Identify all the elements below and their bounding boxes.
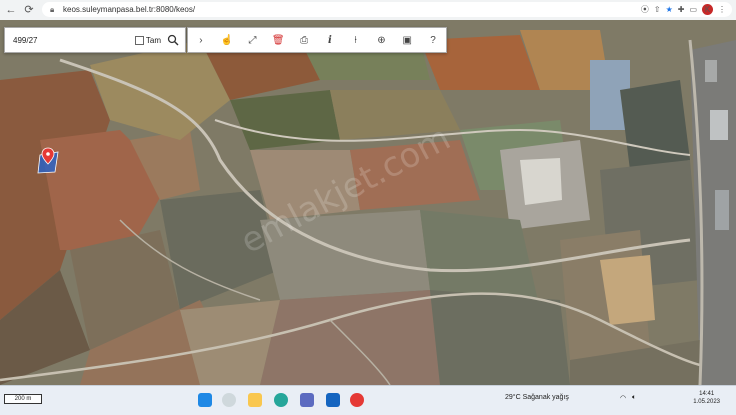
- chevron-right-icon[interactable]: ›: [193, 32, 209, 48]
- parcel-search-input[interactable]: 499/27: [5, 36, 135, 45]
- mail-icon[interactable]: [326, 393, 340, 407]
- browser-bar: ← ⟳ 🔒︎ keos.suleymanpasa.bel.tr:8080/keo…: [0, 0, 736, 21]
- clock-date: 1.05.2023: [693, 399, 720, 405]
- chrome-icon[interactable]: [350, 393, 364, 407]
- back-icon[interactable]: ←: [4, 3, 18, 17]
- share-icon[interactable]: ⇧: [654, 5, 661, 14]
- weather-status[interactable]: 29°C Sağanak yağış: [505, 394, 569, 401]
- trash-icon[interactable]: 🗑︎: [270, 32, 286, 48]
- extensions-icon[interactable]: ✚: [678, 5, 685, 14]
- tam-checkbox-label: Tam: [145, 35, 161, 45]
- edge-icon[interactable]: [274, 393, 288, 407]
- print-icon[interactable]: ⎙: [296, 32, 312, 48]
- menu-icon[interactable]: ⋮: [718, 5, 726, 14]
- fullscreen-icon[interactable]: ⤢: [244, 32, 260, 48]
- file-explorer-icon[interactable]: [248, 393, 262, 407]
- sidebar-icon[interactable]: ▭: [689, 5, 697, 14]
- help-icon[interactable]: ?: [425, 32, 441, 48]
- address-bar[interactable]: 🔒︎ keos.suleymanpasa.bel.tr:8080/keos/ ⦿…: [42, 2, 732, 17]
- pin-tool-icon[interactable]: ⍿: [348, 32, 364, 48]
- reload-icon[interactable]: ⟳: [22, 3, 36, 17]
- location-icon[interactable]: ⦿: [641, 4, 649, 15]
- hand-pointer-icon[interactable]: ☝: [219, 32, 235, 48]
- search-icon[interactable]: [167, 34, 179, 46]
- search-taskbar-icon[interactable]: [222, 393, 236, 407]
- system-clock[interactable]: 14:41 1.05.2023: [693, 390, 720, 406]
- map-imagery[interactable]: [0, 20, 736, 385]
- volume-icon[interactable]: 🔈︎: [632, 394, 636, 402]
- url-text[interactable]: keos.suleymanpasa.bel.tr:8080/keos/: [63, 5, 641, 14]
- store-icon[interactable]: [300, 393, 314, 407]
- satellite-map[interactable]: emlakjet.com: [0, 20, 736, 385]
- start-icon[interactable]: [198, 393, 212, 407]
- map-scale: 200 m: [4, 394, 42, 404]
- clock-time: 14:41: [699, 391, 715, 397]
- lock-icon[interactable]: 🔒︎: [50, 5, 58, 14]
- parcel-search-panel: 499/27 Tam: [4, 27, 186, 53]
- tam-checkbox[interactable]: [134, 35, 144, 45]
- os-taskbar: 29°C Sağanak yağış ◠ 🔈︎ 14:41 1.05.2023: [0, 385, 736, 415]
- wifi-icon[interactable]: ◠: [620, 394, 626, 402]
- image-layer-icon[interactable]: ▣: [399, 32, 415, 48]
- profile-avatar[interactable]: K: [702, 4, 713, 15]
- address-bar-icons: ⦿ ⇧ ★ ✚ ▭ K ⋮: [641, 4, 726, 15]
- map-toolbar: › ☝ ⤢ 🗑︎ ⎙ i ⍿ ⊕ ▣ ?: [187, 27, 447, 53]
- compass-icon[interactable]: ⊕: [373, 32, 389, 48]
- info-icon[interactable]: i: [322, 32, 338, 48]
- star-icon[interactable]: ★: [666, 5, 673, 14]
